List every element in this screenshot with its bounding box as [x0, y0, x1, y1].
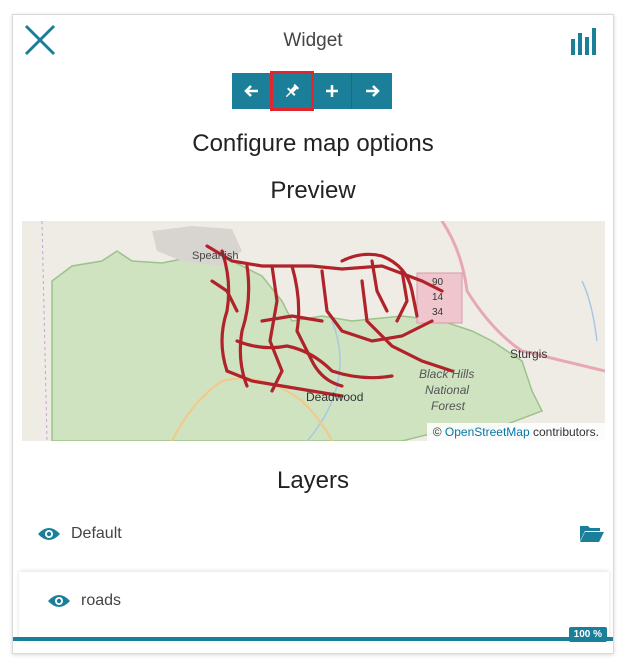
map-preview[interactable]: Spearfish Sturgis Deadwood Black Hills N… — [22, 221, 605, 441]
folder-open-icon[interactable] — [579, 522, 605, 544]
bar-chart-icon — [571, 28, 596, 55]
progress-badge: 100 % — [568, 627, 607, 642]
plus-icon — [325, 85, 338, 97]
stats-button[interactable] — [569, 25, 601, 57]
next-button[interactable] — [352, 73, 392, 109]
progress-fill — [13, 637, 613, 641]
map-label-highway-1: 90 — [432, 277, 444, 288]
preview-heading: Preview — [270, 177, 356, 204]
layer-label-default: Default — [71, 525, 122, 542]
arrow-right-icon — [366, 85, 380, 97]
map-canvas: Spearfish Sturgis Deadwood Black Hills N… — [41, 221, 605, 441]
layer-row-default: Default — [13, 512, 613, 556]
layers-heading: Layers — [276, 467, 350, 494]
map-label-spearfish: Spearfish — [192, 250, 238, 262]
pin-button[interactable] — [270, 71, 314, 111]
layer-row-roads: roads — [19, 572, 609, 642]
eye-icon[interactable] — [37, 526, 61, 542]
map-label-highway-3: 34 — [432, 307, 444, 318]
widget-header: Widget — [13, 15, 613, 67]
previous-button[interactable] — [232, 73, 272, 109]
map-label-deadwood: Deadwood — [306, 390, 363, 404]
map-label-forest-1: Black Hills — [419, 367, 474, 381]
map-label-highway-2: 14 — [432, 292, 444, 303]
openstreetmap-link[interactable]: OpenStreetMap — [445, 425, 530, 439]
eye-icon[interactable] — [47, 593, 71, 609]
attribution-suffix: contributors. — [532, 425, 599, 439]
map-label-sturgis: Sturgis — [510, 347, 547, 361]
map-label-forest-2: National — [425, 383, 469, 397]
configure-heading: Configure map options — [192, 130, 434, 157]
arrow-left-icon — [243, 85, 258, 97]
layer-label-roads: roads — [81, 592, 122, 609]
progress-bar — [13, 637, 613, 641]
widget-title: Widget — [283, 30, 343, 51]
pushpin-icon — [285, 83, 299, 98]
widget-panel: Widget Configure map options Preview Spe… — [12, 14, 614, 654]
map-label-forest-3: Forest — [431, 399, 466, 413]
add-button[interactable] — [312, 73, 352, 109]
navigation-toolbar — [232, 71, 392, 111]
attribution-prefix: © — [432, 425, 442, 439]
map-attribution: © OpenStreetMap contributors. — [426, 423, 605, 441]
